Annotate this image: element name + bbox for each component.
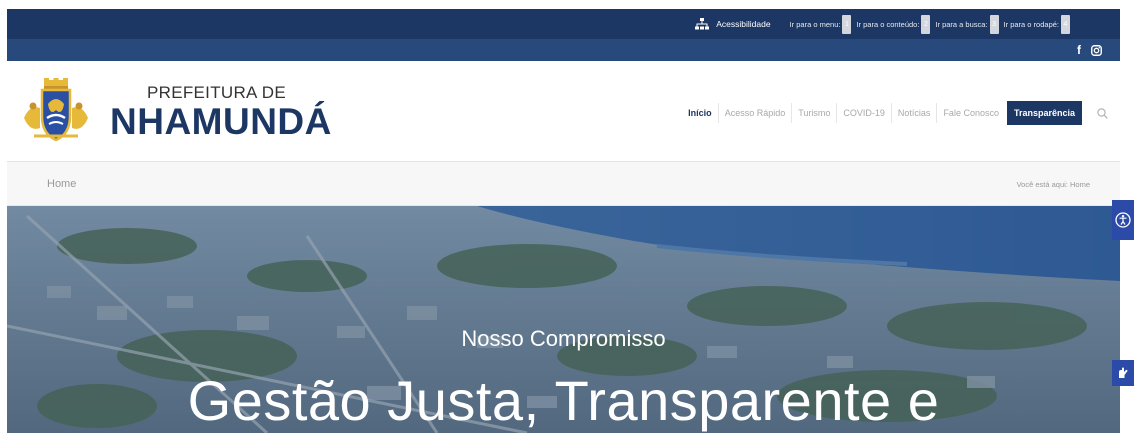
skip-to-menu-link[interactable]: Ir para o menu: 1 <box>789 14 852 34</box>
brand-name[interactable]: NHAMUNDÁ <box>110 101 332 143</box>
facebook-icon[interactable]: f <box>1077 43 1081 57</box>
sign-language-hands-icon <box>1119 367 1128 378</box>
shortcut-key: 3 <box>989 14 999 34</box>
skip-to-footer-link[interactable]: Ir para o rodapé: 4 <box>1003 14 1070 34</box>
nav-fale-conosco[interactable]: Fale Conosco <box>936 103 1005 123</box>
accessibility-bar: Acessibilidade Ir para o menu: 1 Ir para … <box>7 9 1120 39</box>
hero-banner: Nosso Compromisso Gestão Justa, Transpar… <box>7 206 1120 433</box>
skip-label: Ir para o menu: <box>789 19 841 29</box>
nav-covid-19[interactable]: COVID-19 <box>836 103 891 123</box>
instagram-icon[interactable] <box>1091 44 1102 56</box>
accessibility-label: Acessibilidade <box>716 19 771 29</box>
shortcut-key: 1 <box>842 14 852 34</box>
sitemap-icon <box>695 18 710 30</box>
main-nav: Início Acesso Rápido Turismo COVID-19 No… <box>680 101 1108 165</box>
nav-transparencia-button[interactable]: Transparência <box>1006 101 1082 125</box>
hero-title: Gestão Justa, Transparente e <box>187 369 940 432</box>
sign-language-button[interactable] <box>1112 360 1134 386</box>
breadcrumb: Home Você está aqui: Home <box>7 162 1120 206</box>
nav-noticias[interactable]: Notícias <box>890 103 937 123</box>
nav-turismo[interactable]: Turismo <box>791 103 836 123</box>
skip-label: Ir para o rodapé: <box>1003 19 1059 29</box>
accessibility-link[interactable]: Acessibilidade <box>695 18 771 30</box>
skip-to-content-link[interactable]: Ir para o conteúdo: 2 <box>856 14 931 34</box>
breadcrumb-label: Você está aqui: <box>1016 180 1068 189</box>
coat-of-arms-logo[interactable] <box>20 78 92 149</box>
brand-subtitle: PREFEITURA DE <box>147 83 286 102</box>
shortcut-key: 2 <box>921 14 931 34</box>
skip-label: Ir para a busca: <box>935 19 988 29</box>
nav-inicio[interactable]: Início <box>680 103 720 165</box>
social-bar: f <box>7 39 1120 61</box>
accessibility-widget-button[interactable] <box>1112 200 1134 240</box>
page-title: Home <box>47 178 77 190</box>
breadcrumb-trail: Você está aqui: Home <box>1017 180 1090 189</box>
skip-label: Ir para o conteúdo: <box>856 19 920 29</box>
site-header: PREFEITURA DE NHAMUNDÁ Início Acesso Ráp… <box>7 61 1120 165</box>
search-icon[interactable] <box>1097 107 1108 119</box>
skip-to-search-link[interactable]: Ir para a busca: 3 <box>935 14 999 34</box>
breadcrumb-current[interactable]: Home <box>1070 180 1090 189</box>
hero-subtitle: Nosso Compromisso <box>461 326 666 351</box>
nav-acesso-rapido[interactable]: Acesso Rápido <box>717 103 792 123</box>
shortcut-key: 4 <box>1061 14 1070 34</box>
accessibility-person-icon <box>1115 212 1131 228</box>
